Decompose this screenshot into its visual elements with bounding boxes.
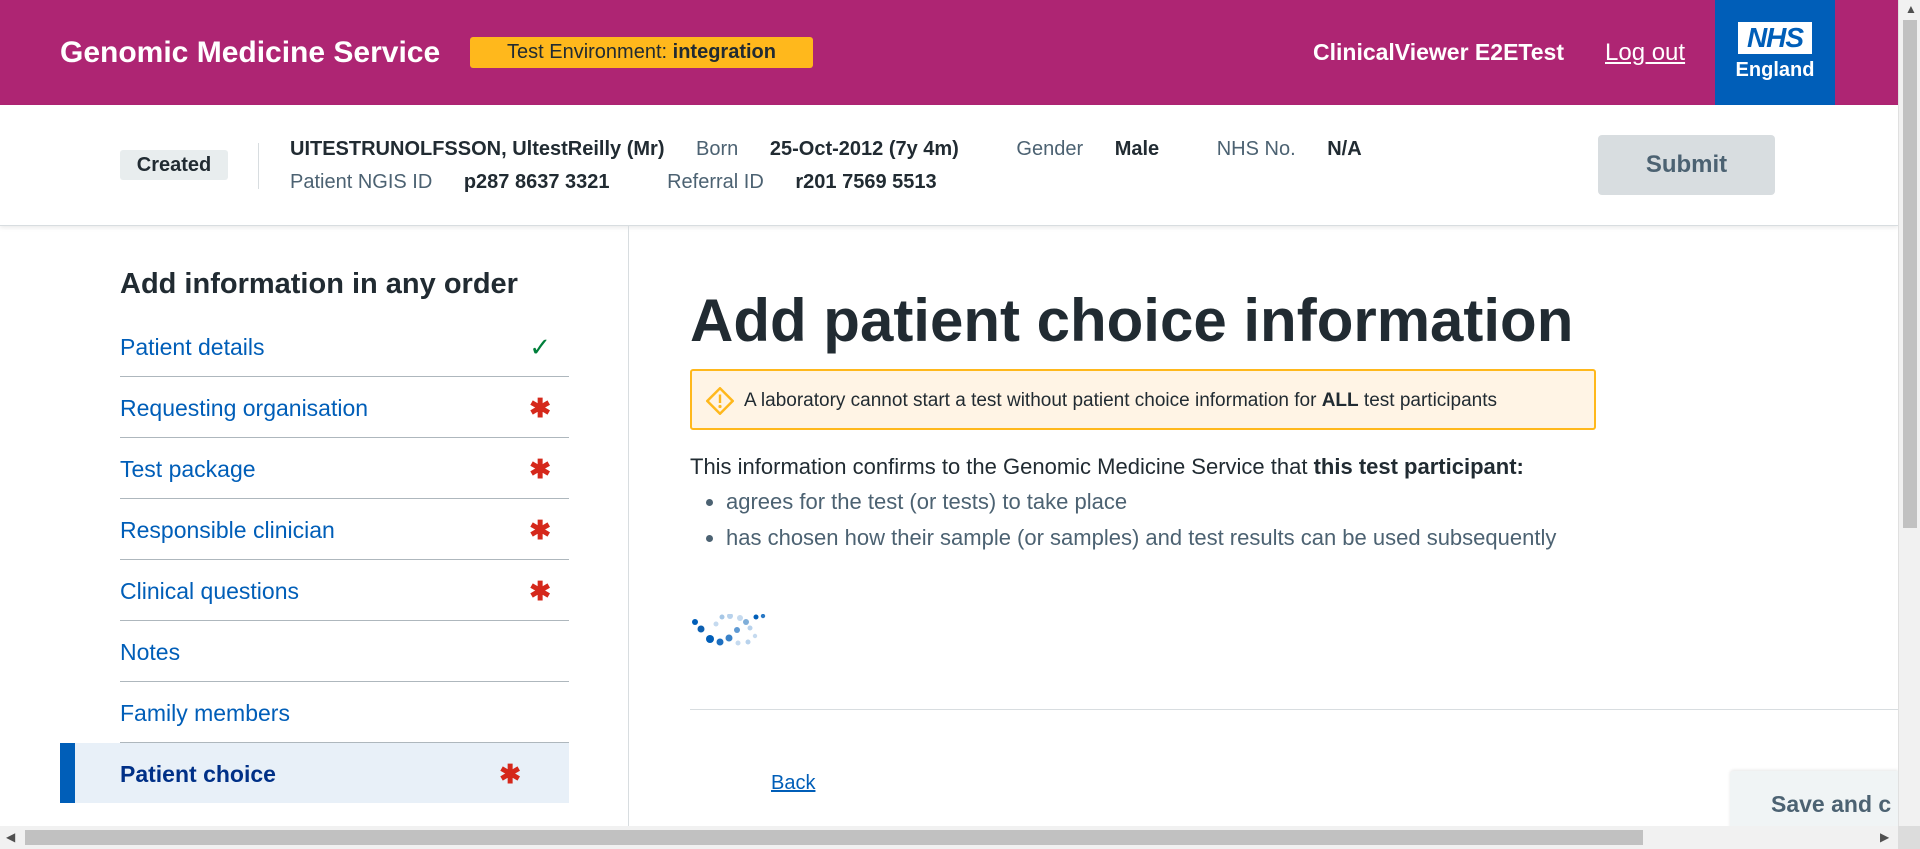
intro-text: This information confirms to the Genomic… (690, 454, 1524, 480)
sidebar-item-label[interactable]: Test package (120, 456, 256, 483)
sidebar-item-patient-choice[interactable]: Patient choice ✱ (60, 743, 569, 803)
born-label: Born (696, 138, 739, 160)
referral-task-list: Patient details ✓ Requesting organisatio… (60, 316, 569, 803)
patient-ids-row: Patient NGIS ID p287 8637 3321 Referral … (290, 171, 989, 194)
horizontal-scroll-thumb[interactable] (25, 830, 1643, 845)
sidebar-heading: Add information in any order (120, 268, 518, 300)
list-item: agrees for the test (or tests) to take p… (726, 484, 1556, 520)
required-asterisk-icon: ✱ (529, 393, 551, 423)
patient-gender: Gender Male (1016, 138, 1185, 160)
referral-label: Referral ID (667, 171, 764, 193)
env-value: integration (672, 41, 776, 63)
intro-text-start: This information confirms to the Genomic… (690, 454, 1314, 479)
patient-nhs-number: NHS No. N/A (1217, 138, 1388, 160)
consent-bullet-list: agrees for the test (or tests) to take p… (690, 484, 1556, 556)
warning-text-start: A laboratory cannot start a test without… (744, 390, 1322, 411)
patient-banner: Created UITESTRUNOLFSSON, UltestReilly (… (0, 105, 1898, 226)
referral-id: Referral ID r201 7569 5513 (667, 171, 963, 193)
scroll-left-icon[interactable]: ◀ (6, 830, 15, 844)
sidebar-item-notes[interactable]: Notes (120, 621, 569, 682)
patient-name: UITESTRUNOLFSSON, UltestReilly (Mr) (290, 138, 665, 160)
sidebar-item-label[interactable]: Clinical questions (120, 578, 299, 605)
sidebar-item-requesting-organisation[interactable]: Requesting organisation ✱ (120, 377, 569, 438)
logout-link[interactable]: Log out (1605, 39, 1685, 67)
patient-summary-row: UITESTRUNOLFSSON, UltestReilly (Mr) Born… (290, 138, 1414, 161)
referral-sidebar: Add information in any order Patient det… (0, 226, 629, 826)
environment-badge: Test Environment: integration (470, 37, 813, 68)
vertical-scrollbar[interactable]: ▲ (1898, 0, 1920, 826)
vertical-scroll-thumb[interactable] (1903, 20, 1917, 528)
warning-text: A laboratory cannot start a test without… (744, 390, 1497, 412)
service-name[interactable]: Genomic Medicine Service (60, 36, 440, 70)
required-asterisk-icon: ✱ (529, 454, 551, 484)
gender-value: Male (1114, 138, 1160, 160)
intro-text-emphasis: this test participant: (1313, 454, 1524, 479)
sidebar-item-family-members[interactable]: Family members (120, 682, 569, 743)
gender-label: Gender (1016, 138, 1084, 160)
ngis-value: p287 8637 3321 (463, 171, 610, 193)
user-name: ClinicalViewer E2ETest (1313, 39, 1564, 65)
checkmark-icon: ✓ (529, 332, 551, 362)
patient-ngis-id: Patient NGIS ID p287 8637 3321 (290, 171, 636, 193)
patient-born: Born 25-Oct-2012 (7y 4m) (696, 138, 985, 160)
nhs-logo-mark: NHS (1738, 22, 1812, 54)
scroll-right-icon[interactable]: ▶ (1880, 830, 1889, 844)
main-content: Add patient choice information A laborat… (690, 226, 1898, 826)
nhs-logo-region: England (1735, 59, 1815, 81)
page-title: Add patient choice information (690, 287, 1574, 354)
horizontal-scrollbar[interactable]: ◀ ▶ (0, 826, 1898, 849)
sidebar-item-label[interactable]: Patient choice (120, 761, 276, 788)
warning-icon (706, 387, 734, 415)
nhs-england-logo: NHS England (1715, 0, 1835, 105)
ngis-label: Patient NGIS ID (290, 171, 433, 193)
sidebar-item-responsible-clinician[interactable]: Responsible clinician ✱ (120, 499, 569, 560)
required-asterisk-icon: ✱ (529, 576, 551, 606)
sidebar-item-test-package[interactable]: Test package ✱ (120, 438, 569, 499)
required-asterisk-icon: ✱ (499, 759, 521, 789)
sidebar-item-label[interactable]: Family members (120, 700, 290, 727)
sidebar-item-label[interactable]: Notes (120, 639, 180, 666)
referral-value: r201 7569 5513 (795, 171, 937, 193)
sidebar-item-label[interactable]: Requesting organisation (120, 395, 368, 422)
back-link[interactable]: Back (771, 772, 815, 795)
nhs-label: NHS No. (1216, 138, 1296, 160)
warning-text-emphasis: ALL (1321, 390, 1359, 411)
warning-text-end: test participants (1358, 390, 1497, 411)
content-divider (690, 709, 1898, 710)
required-asterisk-icon: ✱ (529, 515, 551, 545)
banner-divider (258, 143, 259, 189)
scroll-up-icon[interactable]: ▲ (1905, 2, 1917, 16)
scrollbar-corner (1898, 826, 1920, 849)
top-header: Genomic Medicine Service Test Environmen… (0, 0, 1898, 105)
loading-spinner-icon (692, 614, 766, 646)
referral-status-badge: Created (120, 150, 228, 180)
submit-button[interactable]: Submit (1598, 135, 1775, 195)
sidebar-item-label[interactable]: Responsible clinician (120, 517, 335, 544)
warning-callout: A laboratory cannot start a test without… (690, 369, 1596, 430)
sidebar-item-clinical-questions[interactable]: Clinical questions ✱ (120, 560, 569, 621)
sidebar-item-patient-details[interactable]: Patient details ✓ (120, 316, 569, 377)
nhs-value: N/A (1327, 138, 1362, 160)
list-item: has chosen how their sample (or samples)… (726, 520, 1556, 556)
sidebar-item-label[interactable]: Patient details (120, 334, 264, 361)
born-value: 25-Oct-2012 (7y 4m) (769, 138, 959, 160)
env-label: Test Environment: (507, 41, 668, 63)
